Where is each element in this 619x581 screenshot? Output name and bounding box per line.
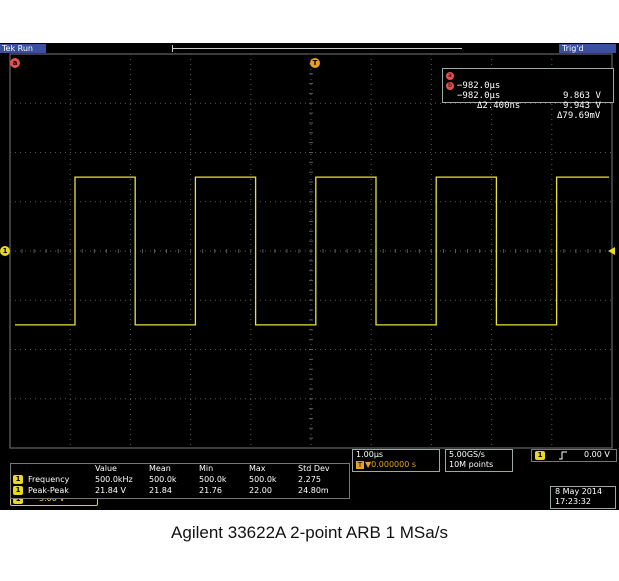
row2-max: 22.00	[249, 486, 272, 495]
trigger-level-icon[interactable]	[608, 247, 615, 255]
cursor-a-icon: a	[446, 72, 454, 80]
row2-value: 21.84 V	[95, 486, 126, 495]
trigger-delay: ▼0.000000 s	[365, 460, 417, 469]
cursor-a-marker-label: a	[12, 59, 18, 67]
cursor-a-icon-label: a	[448, 72, 452, 79]
time: 17:23:32	[555, 497, 591, 506]
rising-edge-icon	[559, 451, 567, 460]
channel-1-ground-marker[interactable]: 1	[0, 246, 10, 256]
oscilloscope-screen: Tek Run Trig'd a T 1 a b −982.0µs 9.863 …	[0, 43, 619, 510]
cursor-b-icon-label: b	[448, 82, 452, 89]
sample-rate: 5.00GS/s	[449, 450, 485, 459]
acquisition-readout[interactable]: 5.00GS/s 10M points	[445, 449, 513, 472]
header-mean: Mean	[149, 464, 171, 473]
row2-name: Peak-Peak	[28, 486, 69, 495]
cursor-a-marker[interactable]: a	[10, 58, 20, 68]
cursor-delta-time: Δ2.400ns	[477, 101, 521, 111]
channel-1-ground-label: 1	[2, 247, 8, 255]
row1-min: 500.0k	[199, 475, 227, 484]
cursor-delta-volt: Δ79.69mV	[557, 111, 601, 121]
cursor-readout: a b −982.0µs 9.863 V −982.0µs 9.943 V Δ2…	[442, 68, 614, 121]
record-length: 10M points	[449, 460, 494, 469]
caption: Agilent 33622A 2-point ARB 1 MSa/s	[171, 523, 448, 542]
datetime-readout: 8 May 2014 17:23:32	[550, 486, 616, 509]
measurement-table: Value Mean Min Max Std Dev 1 Frequency 5…	[10, 463, 350, 499]
cursor-b-icon: b	[446, 82, 454, 90]
row2-mean: 21.84	[149, 486, 172, 495]
date: 8 May 2014	[555, 487, 603, 496]
row1-max: 500.0k	[249, 475, 277, 484]
trigger-position-marker[interactable]: T	[310, 58, 320, 68]
row1-value: 500.0kHz	[95, 475, 133, 484]
row1-mean: 500.0k	[149, 475, 177, 484]
timebase-scale: 1.00µs	[356, 450, 384, 459]
trigger-delay-icon: T	[356, 461, 364, 469]
header-min: Min	[199, 464, 214, 473]
row1-std-dev: 2.275	[298, 475, 321, 484]
header-value: Value	[95, 464, 117, 473]
row2-channel-badge: 1	[13, 486, 23, 495]
row1-name: Frequency	[28, 475, 70, 484]
header-max: Max	[249, 464, 266, 473]
trigger-readout[interactable]: 1 0.00 V	[531, 449, 617, 462]
trigger-level: 0.00 V	[584, 450, 610, 459]
row1-channel-badge: 1	[13, 475, 23, 484]
row2-min: 21.76	[199, 486, 222, 495]
timebase-readout[interactable]: 1.00µs T ▼0.000000 s	[352, 449, 440, 472]
header-std-dev: Std Dev	[298, 464, 330, 473]
row2-std-dev: 24.80m	[298, 486, 329, 495]
trigger-source-badge: 1	[535, 451, 545, 460]
